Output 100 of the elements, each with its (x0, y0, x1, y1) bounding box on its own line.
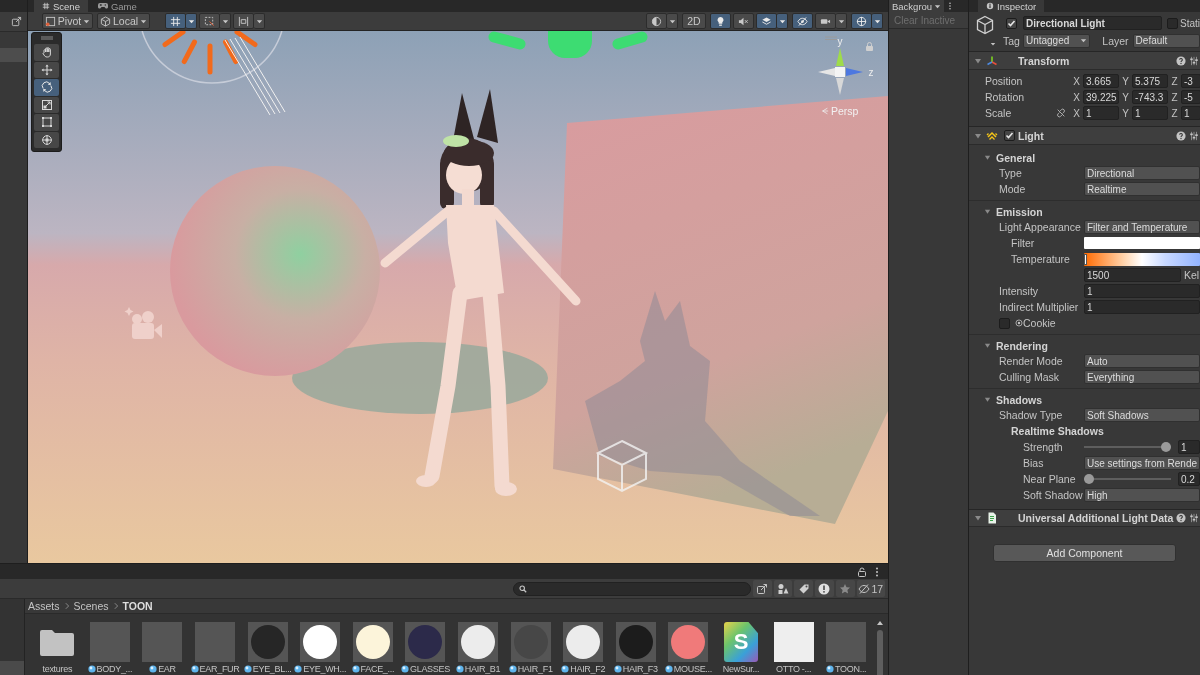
foldout-icon[interactable] (984, 342, 991, 349)
rect-tool-button[interactable] (34, 114, 59, 131)
number-field[interactable]: 3.665 (1083, 74, 1119, 88)
dropdown-button[interactable] (872, 13, 883, 29)
transform-tool-button[interactable] (34, 131, 59, 148)
camera-settings-button[interactable] (815, 13, 836, 29)
search-field[interactable] (513, 581, 752, 596)
section-title[interactable]: General (996, 151, 1036, 164)
sliders-icon[interactable] (1189, 130, 1199, 141)
cube-icon[interactable] (975, 15, 995, 35)
expand-icon[interactable] (11, 16, 22, 27)
number-field[interactable]: 0.2 (1178, 472, 1200, 486)
dropdown[interactable]: Auto (1084, 354, 1200, 368)
dropdown-button[interactable] (186, 13, 197, 29)
lighting-toggle[interactable] (710, 13, 731, 29)
add-component-button[interactable]: Add Component (993, 544, 1176, 562)
photo-placeholder[interactable] (773, 622, 814, 662)
type-filter-button[interactable] (773, 580, 793, 597)
help-icon[interactable] (1176, 513, 1186, 523)
effects-toggle[interactable] (756, 13, 777, 29)
asset-name[interactable]: GLASSES (410, 664, 450, 674)
number-field[interactable]: 1500 (1084, 268, 1181, 282)
inspector-tab[interactable]: Inspector (978, 0, 1045, 12)
broken-link-icon[interactable] (1056, 108, 1066, 118)
asset-name[interactable]: FACE_... (360, 664, 395, 674)
number-field[interactable]: 1 (1132, 106, 1168, 120)
material-preview-icon[interactable] (352, 622, 393, 662)
number-field[interactable]: 39.225 (1083, 90, 1119, 104)
dropdown[interactable]: Realtime (1084, 182, 1200, 196)
material-thumbnail[interactable] (89, 622, 130, 662)
visibility-toggle[interactable] (792, 13, 813, 29)
dropdown[interactable]: Filter and Temperature (1084, 220, 1200, 234)
space-dropdown[interactable]: Local (97, 13, 150, 29)
slider-thumb[interactable] (1084, 474, 1094, 484)
dropdown-button[interactable] (667, 13, 678, 29)
dropdown-button[interactable] (254, 13, 265, 29)
drag-handle-icon[interactable] (39, 36, 54, 40)
log-filter-button[interactable] (815, 580, 834, 597)
dropdown-button[interactable] (777, 13, 788, 29)
shading-mode-button[interactable] (646, 13, 667, 29)
number-field[interactable]: 1 (1084, 284, 1200, 298)
tag-dropdown[interactable]: Untagged (1022, 33, 1091, 48)
hidden-packages-button[interactable]: 17 (856, 580, 886, 597)
foldout-icon[interactable] (974, 131, 982, 140)
move-tool-button[interactable] (34, 61, 59, 78)
name-field[interactable]: Directional Light (1023, 16, 1162, 30)
breadcrumb-link[interactable]: TOON (122, 600, 153, 612)
asset-name[interactable]: EAR_FUR (199, 664, 240, 674)
foldout-icon[interactable] (974, 56, 982, 65)
number-field[interactable]: 1 (1181, 106, 1200, 120)
asset-name[interactable]: MOUSE... (673, 664, 712, 674)
material-preview-icon[interactable] (300, 622, 341, 662)
breadcrumb-link[interactable]: Assets (28, 600, 60, 612)
rotate-tool-button[interactable] (34, 79, 59, 96)
help-icon[interactable] (1176, 130, 1186, 141)
sliders-icon[interactable] (1189, 55, 1199, 66)
menu-icon[interactable] (875, 566, 879, 577)
section-title[interactable]: Rendering (996, 339, 1048, 352)
grid-snap-button[interactable] (165, 13, 186, 29)
asset-name[interactable]: EYE_BL... (252, 664, 292, 674)
number-field[interactable]: -3 (1181, 74, 1200, 88)
dropdown-button[interactable] (220, 13, 231, 29)
number-field[interactable]: 1 (1178, 440, 1200, 454)
color-field[interactable] (1084, 237, 1200, 249)
asset-name[interactable]: HAIR_B1 (464, 664, 501, 674)
gizmos-toggle[interactable] (851, 13, 872, 29)
material-thumbnail[interactable] (142, 622, 183, 662)
checkbox[interactable] (1004, 130, 1015, 141)
scroll-up-icon[interactable] (876, 619, 884, 627)
checkbox[interactable] (1167, 17, 1178, 29)
dropdown[interactable]: Everything (1084, 370, 1200, 384)
slider-handle[interactable] (1084, 253, 1087, 265)
breadcrumb-link[interactable]: Scenes (73, 600, 109, 612)
material-thumbnail[interactable] (195, 622, 236, 662)
dropdown[interactable]: Use settings from Rende (1084, 456, 1200, 470)
asset-name[interactable]: NewSur... (722, 664, 760, 674)
view-tab[interactable]: Game (89, 0, 145, 12)
foldout-icon[interactable] (984, 396, 991, 403)
section-title[interactable]: Shadows (996, 393, 1043, 406)
open-search-button[interactable] (753, 580, 772, 597)
number-field[interactable]: 1 (1083, 106, 1119, 120)
number-field[interactable]: 5.375 (1132, 74, 1168, 88)
foldout-icon[interactable] (984, 208, 991, 215)
align-button[interactable] (233, 13, 254, 29)
number-field[interactable]: -743.3 (1132, 90, 1168, 104)
panel-tab[interactable]: Backgrou (889, 0, 945, 12)
asset-name[interactable]: BODY_... (96, 664, 133, 674)
caret-icon[interactable] (990, 41, 996, 47)
section-title[interactable]: Emission (996, 205, 1043, 218)
dropdown[interactable]: High (1084, 488, 1200, 502)
sliders-icon[interactable] (1189, 513, 1199, 523)
asset-name[interactable]: textures (42, 664, 73, 674)
slider-thumb[interactable] (1161, 442, 1171, 452)
number-field[interactable]: -5 (1181, 90, 1200, 104)
lock-icon[interactable] (857, 566, 867, 577)
foldout-icon[interactable] (984, 154, 991, 161)
temperature-slider[interactable] (1084, 252, 1200, 266)
asset-name[interactable]: HAIR_F3 (622, 664, 658, 674)
dropdown[interactable]: Directional (1084, 166, 1200, 180)
asset-name[interactable]: EAR (158, 664, 176, 674)
